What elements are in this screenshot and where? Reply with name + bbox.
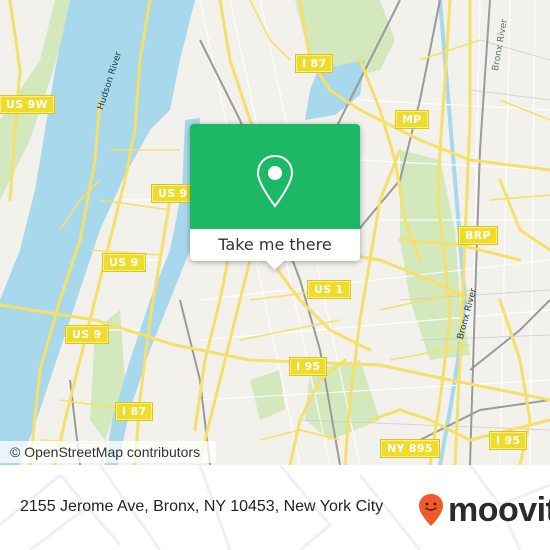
address-text: 2155 Jerome Ave, Bronx, NY 10453, New Yo… (20, 498, 384, 515)
route-shield-us-9: US 9 (102, 253, 146, 272)
route-shield-i-87: I 87 (294, 54, 334, 73)
route-shield-us-1: US 1 (307, 280, 351, 299)
popup-pointer (266, 261, 284, 270)
route-shield-us-9: US 9 (151, 184, 195, 203)
route-shield-i-95: I 95 (288, 357, 328, 376)
moovit-smiley-pin-icon (419, 494, 443, 526)
route-shield-us-9: US 9 (65, 325, 109, 344)
route-shield-mp: MP (395, 110, 429, 129)
location-popup: Take me there (190, 124, 360, 270)
popup-header (190, 124, 360, 229)
take-me-there-button[interactable]: Take me there (190, 229, 360, 261)
moovit-logo[interactable]: moovit (418, 492, 550, 528)
moovit-brand-text: moovit (448, 491, 550, 529)
footer: 2155 Jerome Ave, Bronx, NY 10453, New Yo… (0, 465, 550, 550)
map[interactable]: Hudson River Bronx River Bronx River US … (0, 0, 550, 465)
map-attribution[interactable]: © OpenStreetMap contributors (0, 441, 216, 463)
route-shield-i-95: I 95 (488, 431, 528, 450)
route-shield-i-87: I 87 (114, 402, 154, 421)
route-shield-brp: BRP (458, 226, 498, 245)
route-shield-us-9w: US 9W (0, 95, 55, 114)
route-shield-ny-895: NY 895 (380, 439, 440, 458)
map-pin-icon (256, 154, 294, 208)
